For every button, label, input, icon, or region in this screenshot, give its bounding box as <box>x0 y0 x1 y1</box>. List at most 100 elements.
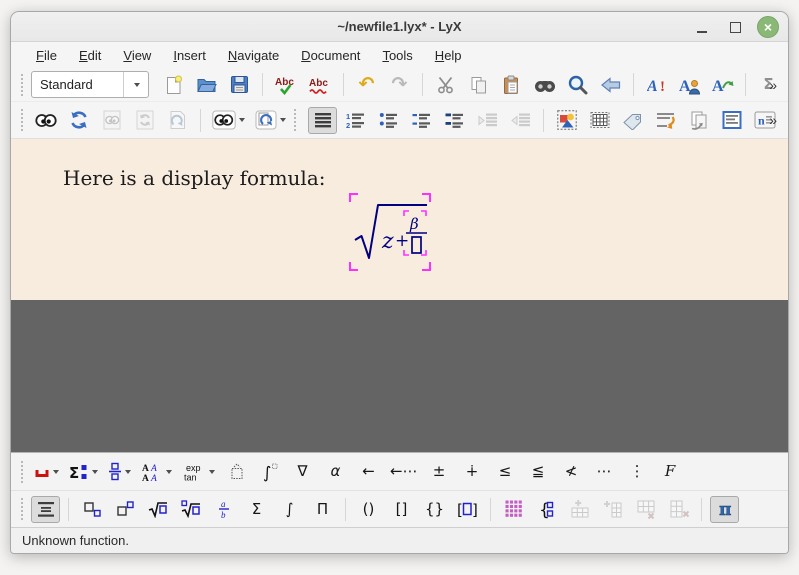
subscript-button[interactable] <box>77 496 106 523</box>
spellcheck-button[interactable]: Abc <box>271 71 301 98</box>
minimize-button[interactable] <box>691 16 713 38</box>
sum-button[interactable]: Σ <box>242 496 271 523</box>
new-document-button[interactable] <box>159 71 188 98</box>
paragraph-style-select[interactable]: Standard <box>31 71 149 98</box>
insert-graphics-button[interactable] <box>552 107 581 134</box>
menu-document[interactable]: Document <box>301 48 360 63</box>
not-less-button[interactable]: ≮ <box>557 458 586 485</box>
maximize-button[interactable] <box>724 16 746 38</box>
math-toolbar-toggle[interactable]: π <box>710 496 739 523</box>
close-button[interactable]: × <box>757 16 779 38</box>
cdots-button[interactable]: ⋯ <box>590 458 619 485</box>
grid-del-row-icon <box>636 499 656 519</box>
menu-navigate[interactable]: Navigate <box>228 48 279 63</box>
menu-insert[interactable]: Insert <box>173 48 206 63</box>
empty-denominator-box[interactable] <box>412 237 421 253</box>
insert-label-button[interactable] <box>618 107 647 134</box>
toolbar-separator <box>490 498 491 521</box>
document-page[interactable]: Here is a display formula: z + β <box>11 139 788 300</box>
view-button[interactable] <box>31 107 60 134</box>
square-root-button[interactable] <box>143 496 172 523</box>
copy-button[interactable] <box>464 71 493 98</box>
long-arrow-button[interactable]: ←⋯ <box>387 458 421 485</box>
paragraph-settings-button[interactable] <box>308 107 337 134</box>
nth-root-button[interactable] <box>176 496 205 523</box>
integral-limits-button[interactable]: ∫ <box>255 458 284 485</box>
frac-ab-icon: ab <box>218 499 230 519</box>
itemize-list-button[interactable] <box>374 107 403 134</box>
integral-button-glyph: ∫ <box>286 502 294 517</box>
save-document-button[interactable] <box>225 71 254 98</box>
dot-plus-button[interactable]: ∔ <box>458 458 487 485</box>
view-other-formats-button[interactable] <box>209 107 248 134</box>
find-replace-button[interactable] <box>530 71 559 98</box>
menu-view[interactable]: View <box>123 48 151 63</box>
description-list-button[interactable] <box>440 107 469 134</box>
toolbar-grip[interactable] <box>21 109 25 131</box>
toolbar-overflow-button[interactable]: » <box>764 112 782 128</box>
menu-edit[interactable]: Edit <box>79 48 101 63</box>
toolbar-grip[interactable] <box>21 461 25 483</box>
undo-button[interactable]: ↶ <box>352 71 381 98</box>
document-paragraph[interactable]: Here is a display formula: <box>63 166 325 190</box>
cut-button[interactable] <box>431 71 460 98</box>
insert-citation-button[interactable] <box>651 107 680 134</box>
navigate-back-button[interactable] <box>596 71 625 98</box>
find-advanced-button[interactable] <box>563 71 592 98</box>
svg-text:!: ! <box>660 79 665 95</box>
display-formula-toggle[interactable] <box>31 496 60 523</box>
fraction-menu[interactable] <box>105 458 134 485</box>
product-button-glyph: Π <box>317 502 328 517</box>
apply-last-style-button[interactable]: A <box>708 71 737 98</box>
plus-minus-button[interactable]: ± <box>425 458 454 485</box>
emphasis-toggle[interactable]: A! <box>642 71 671 98</box>
parentheses-button[interactable]: () <box>354 496 383 523</box>
update-button[interactable] <box>64 107 93 134</box>
matrix-button[interactable] <box>499 496 528 523</box>
nabla-button[interactable]: ∇ <box>288 458 317 485</box>
menu-help[interactable]: Help <box>435 48 462 63</box>
labeled-list-button[interactable] <box>407 107 436 134</box>
curly-braces-button[interactable]: {} <box>420 496 449 523</box>
toolbar-overflow-button[interactable]: » <box>764 77 782 93</box>
arrow-left-button[interactable]: ← <box>354 458 383 485</box>
leq-button[interactable]: ≤ <box>491 458 520 485</box>
view-master-icon <box>102 110 122 130</box>
math-inset[interactable]: z + β <box>349 193 431 271</box>
numbered-list-button[interactable]: 12 <box>341 107 370 134</box>
functions-menu[interactable]: exptan <box>179 458 218 485</box>
big-operators-menu[interactable]: Σ <box>66 458 101 485</box>
leqq-button[interactable]: ≦ <box>524 458 553 485</box>
greek-alpha-button[interactable]: α <box>321 458 350 485</box>
toolbar-separator <box>633 73 634 96</box>
insert-index-entry-button[interactable] <box>717 107 746 134</box>
open-document-button[interactable] <box>192 71 221 98</box>
paste-button[interactable] <box>497 71 526 98</box>
menu-tools[interactable]: Tools <box>382 48 412 63</box>
menu-file[interactable]: File <box>36 48 57 63</box>
delimiters-button[interactable]: [] <box>453 496 482 523</box>
product-button[interactable]: Π <box>308 496 337 523</box>
math-space-menu[interactable] <box>31 458 62 485</box>
insert-table-button[interactable] <box>585 107 614 134</box>
mathcal-F-button[interactable]: F <box>656 458 685 485</box>
frame-decoration-button[interactable] <box>222 458 251 485</box>
noun-style-toggle[interactable]: A <box>675 71 704 98</box>
superscript-button[interactable] <box>110 496 139 523</box>
square-brackets-button[interactable]: [] <box>387 496 416 523</box>
titlebar[interactable]: ~/newfile1.lyx* - LyX × <box>11 12 788 42</box>
toolbar-grip[interactable] <box>21 498 25 520</box>
toolbar-grip[interactable] <box>21 74 25 96</box>
cases-button[interactable]: { <box>532 496 561 523</box>
menu-bar: File Edit View Insert Navigate Document … <box>11 42 788 68</box>
vdots-button[interactable]: ⋮ <box>623 458 652 485</box>
redo-button[interactable]: ↷ <box>385 71 414 98</box>
continuous-spellcheck-toggle[interactable]: Abc <box>305 71 335 98</box>
math-font-menu[interactable]: AAAA <box>138 458 175 485</box>
update-other-formats-button[interactable] <box>252 107 289 134</box>
fraction-button[interactable]: ab <box>209 496 238 523</box>
grid-add-row-icon <box>570 499 590 519</box>
toolbar-grip[interactable] <box>294 109 298 131</box>
integral-button[interactable]: ∫ <box>275 496 304 523</box>
insert-cross-reference-button[interactable] <box>684 107 713 134</box>
